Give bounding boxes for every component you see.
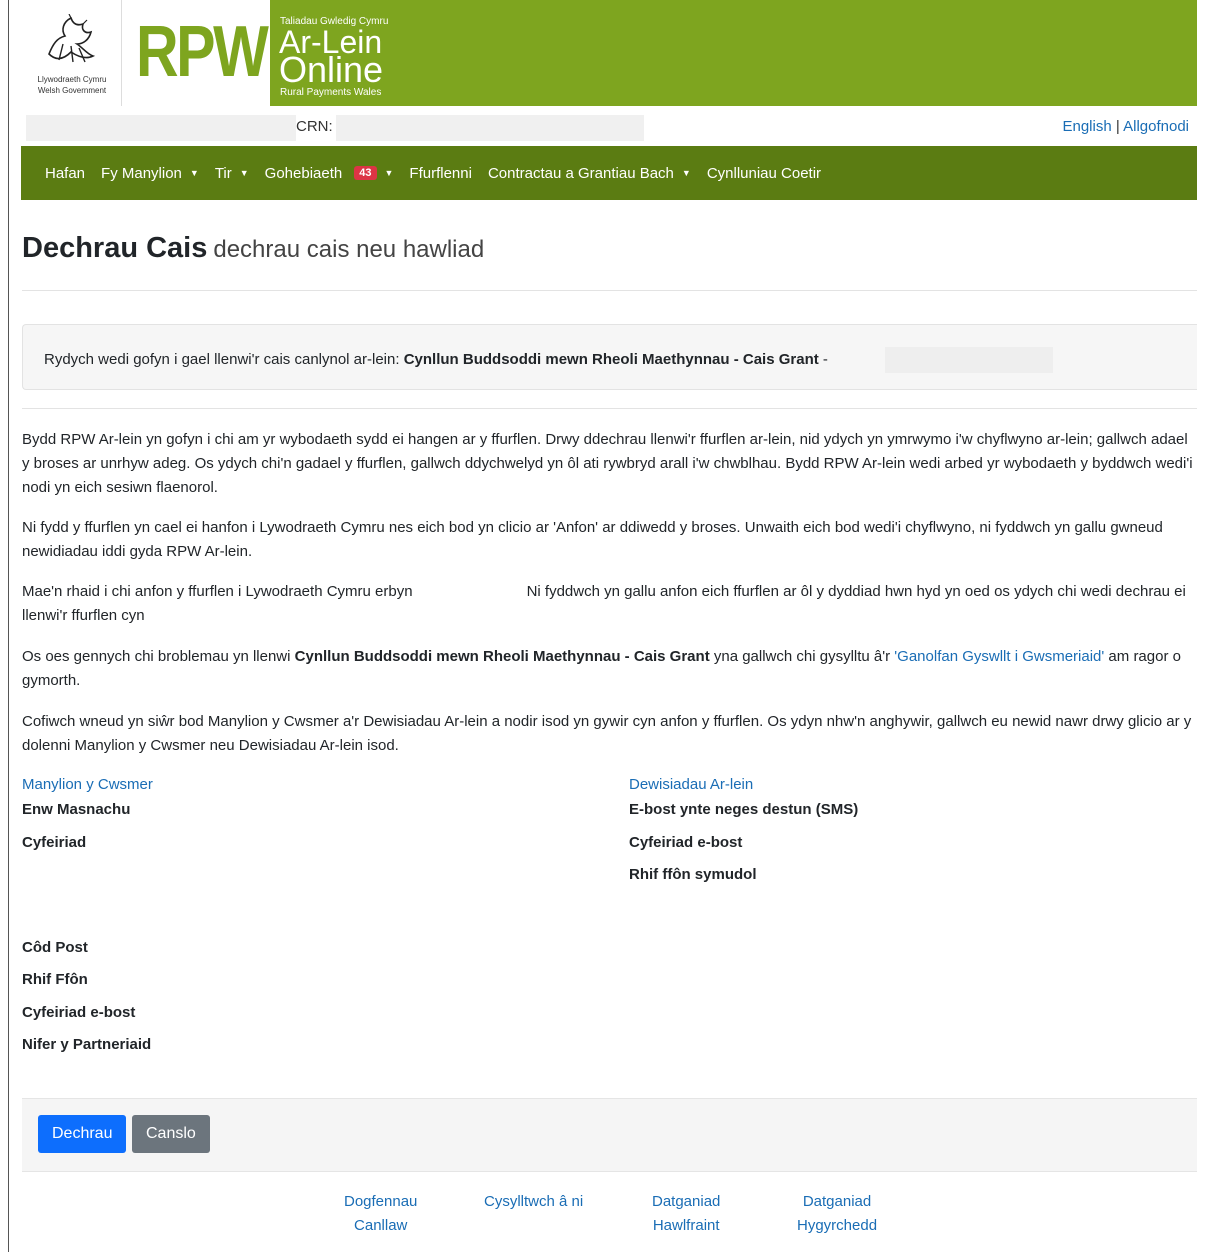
alert-suffix: -: [818, 351, 828, 368]
footer-guidance-link[interactable]: Dogfennau Canllaw: [344, 1190, 417, 1238]
divider: [22, 408, 1197, 409]
para4-text: Os oes gennych chi broblemau yn llenwi: [22, 648, 295, 665]
nav-item-correspondence[interactable]: Gohebiaeth 43 ▼: [265, 165, 394, 182]
crn-row: CRN: English | Allgofnodi: [21, 108, 1197, 144]
trading-name-label: Enw Masnachu: [22, 801, 131, 818]
address-label: Cyfeiriad: [22, 834, 87, 851]
partners-label: Nifer y Partneriaid: [22, 1036, 152, 1053]
preferences-email-label: Cyfeiriad e-bost: [629, 834, 743, 851]
alert-text: Rydych wedi gofyn i gael llenwi'r cais c…: [44, 351, 828, 368]
info-paragraph-4: Os oes gennych chi broblemau yn llenwi C…: [22, 645, 1197, 693]
postcode-label: Côd Post: [22, 939, 88, 956]
email-or-sms-label: E-bost ynte neges destun (SMS): [629, 801, 859, 818]
nav-item-contracts[interactable]: Contractau a Grantiau Bach ▼: [488, 165, 691, 182]
nav-label: Hafan: [45, 164, 86, 182]
unread-count-badge: 43: [354, 166, 377, 180]
gov-text-english: Welsh Government: [37, 86, 107, 95]
footer-copyright-link[interactable]: Datganiad Hawlfraint: [652, 1190, 720, 1238]
rural-payments-wales-text: Rural Payments Wales: [280, 87, 382, 98]
nav-label: Tir: [214, 164, 232, 182]
footer-link-line: Hawlfraint: [652, 1217, 720, 1234]
customer-name-redacted: [26, 115, 296, 141]
crn-value-redacted: [336, 115, 644, 141]
mobile-label: Rhif ffôn symudol: [629, 866, 757, 883]
nav-label: Ffurflenni: [409, 164, 472, 182]
welsh-dragon-icon: [48, 14, 96, 63]
main-nav: Hafan Fy Manylion ▼ Tir ▼ Gohebiaeth 43 ▼ Ff…: [21, 146, 1197, 200]
info-paragraph-5: Cofiwch wneud yn siŵr bod Manylion y Cws…: [22, 713, 1192, 754]
footer-contact-link[interactable]: Cysylltwch â ni: [484, 1190, 583, 1214]
nav-label: Gohebiaeth: [264, 164, 343, 182]
online-preferences-link[interactable]: Dewisiadau Ar-lein: [629, 776, 753, 793]
rpw-logo[interactable]: RPW: [122, 0, 270, 106]
info-paragraph-2: Ni fydd y ffurflen yn cael ei hanfon i L…: [22, 519, 1163, 560]
welsh-government-text: Llywodraeth Cymru Welsh Government: [27, 74, 117, 96]
cancel-button[interactable]: Canslo: [132, 1115, 210, 1153]
divider: [22, 290, 1197, 291]
footer-link-line: Cysylltwch â ni: [484, 1193, 584, 1210]
footer-link-line: Hygyrchedd: [797, 1217, 878, 1234]
nav-label: Fy Manylion: [101, 164, 182, 182]
logout-link[interactable]: Allgofnodi: [1123, 118, 1189, 135]
caret-down-icon: ▼: [681, 168, 691, 178]
gov-text-welsh: Llywodraeth Cymru: [37, 75, 107, 84]
info-paragraph-3: Mae'n rhaid i chi anfon y ffurflen i Lyw…: [22, 580, 1197, 628]
welsh-government-logo[interactable]: Llywodraeth Cymru Welsh Government: [21, 0, 122, 106]
caret-down-icon: ▼: [384, 168, 394, 178]
contact-centre-link[interactable]: 'Ganolfan Gyswllt i Gwsmeriaid': [894, 648, 1104, 665]
page-title-text: Dechrau Cais: [22, 232, 208, 264]
online-text: Online: [279, 49, 384, 90]
caret-down-icon: ▼: [239, 168, 249, 178]
page-title: Dechrau Cais dechrau cais neu hawliad: [22, 232, 484, 265]
nav-item-land[interactable]: Tir ▼: [215, 165, 249, 182]
footer-accessibility-link[interactable]: Datganiad Hygyrchedd: [797, 1190, 877, 1238]
para4-scheme-name: Cynllun Buddsoddi mewn Rheoli Maethynnau…: [294, 648, 710, 665]
crn-label: CRN:: [296, 118, 333, 135]
deadline-text: Mae'n rhaid i chi anfon y ffurflen i Lyw…: [22, 583, 413, 600]
footer-link-line: Datganiad: [802, 1193, 872, 1210]
rpw-wordmark: RPW: [136, 12, 269, 92]
nav-item-woodland[interactable]: Cynlluniau Coetir: [707, 165, 821, 182]
header-banner: Llywodraeth Cymru Welsh Government RPW T…: [21, 0, 1197, 106]
nav-item-my-details[interactable]: Fy Manylion ▼: [101, 165, 199, 182]
action-bar: Dechrau Canslo: [22, 1098, 1197, 1172]
nav-label: Contractau a Grantiau Bach: [487, 164, 674, 182]
page-subtitle: dechrau cais neu hawliad: [213, 236, 485, 263]
info-paragraph-1: Bydd RPW Ar-lein yn gofyn i chi am yr wy…: [22, 431, 1193, 496]
caret-down-icon: ▼: [189, 168, 199, 178]
footer-link-line: Dogfennau: [344, 1193, 418, 1210]
link-separator: |: [1115, 118, 1120, 135]
alert-prefix: Rydych wedi gofyn i gael llenwi'r cais c…: [44, 351, 404, 368]
alert-scheme-name: Cynllun Buddsoddi mewn Rheoli Maethynnau…: [403, 351, 819, 368]
customer-email-label: Cyfeiriad e-bost: [22, 1004, 136, 1021]
customer-details-link[interactable]: Manylion y Cwsmer: [22, 776, 153, 793]
language-logout-links: English | Allgofnodi: [1062, 118, 1189, 135]
phone-label: Rhif Ffôn: [22, 971, 88, 988]
para4-text: yna gallwch chi gysylltu â'r: [709, 648, 895, 665]
nav-label: Cynlluniau Coetir: [706, 164, 822, 182]
application-alert: Rydych wedi gofyn i gael llenwi'r cais c…: [22, 324, 1197, 390]
start-button[interactable]: Dechrau: [38, 1115, 127, 1153]
nav-item-forms[interactable]: Ffurflenni: [409, 165, 472, 182]
footer-link-line: Datganiad: [652, 1193, 721, 1210]
footer-link-line: Canllaw: [354, 1217, 408, 1234]
alert-redacted-value: [885, 347, 1053, 373]
nav-item-home[interactable]: Hafan: [45, 165, 85, 182]
english-link[interactable]: English: [1062, 118, 1111, 135]
